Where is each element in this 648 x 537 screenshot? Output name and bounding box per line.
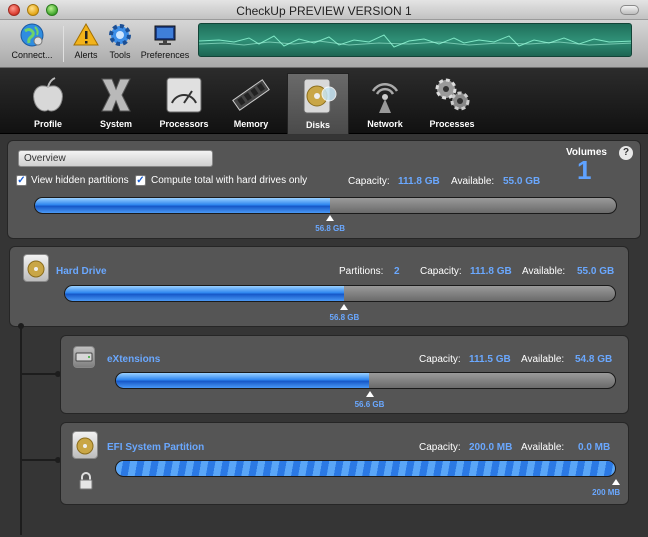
tree-connector — [20, 327, 22, 535]
tab-network[interactable]: Network — [354, 73, 416, 134]
tools-label: Tools — [109, 50, 131, 60]
capacity-label: Capacity: — [348, 176, 390, 187]
available-label: Available: — [521, 354, 565, 365]
view-hidden-label: View hidden partitions — [31, 175, 129, 186]
processor-gauge-icon — [164, 75, 204, 115]
wifi-antenna-icon — [365, 75, 405, 115]
volume-icon — [73, 346, 95, 368]
drive-marker — [340, 304, 349, 310]
overview-usage-fill — [35, 198, 331, 213]
toolbar-separator — [63, 26, 64, 62]
system-x-icon — [96, 75, 136, 115]
tab-processes[interactable]: Processes — [421, 73, 483, 134]
category-tabs: Profile System Processors Memory Disks N… — [0, 68, 648, 134]
hard-disk-icon — [23, 254, 49, 282]
available-value: 55.0 GB — [503, 176, 541, 187]
available-value: 0.0 MB — [578, 442, 611, 453]
overview-panel: Overview Volumes 1 ? ✓ View hidden parti… — [7, 140, 641, 239]
tree-node — [18, 323, 24, 329]
volume-usage-fill — [116, 373, 370, 388]
capacity-value: 111.8 GB — [398, 176, 440, 187]
capacity-value: 111.8 GB — [470, 266, 512, 277]
tab-processors-label: Processors — [159, 119, 209, 129]
toolbar-toggle-button[interactable] — [620, 5, 639, 15]
tab-processors[interactable]: Processors — [153, 73, 215, 134]
apple-icon — [28, 75, 68, 115]
volume-marker-label: 56.6 GB — [354, 400, 385, 409]
volume-marker — [365, 391, 374, 397]
warning-icon — [73, 22, 99, 48]
drive-name: Hard Drive — [56, 266, 107, 277]
title-bar: CheckUp PREVIEW VERSION 1 — [0, 0, 648, 20]
efi-panel: EFI System Partition Capacity: 200.0 MB … — [60, 422, 629, 505]
app-window: CheckUp PREVIEW VERSION 1 Connect... Ale… — [0, 0, 648, 537]
tab-disks[interactable]: Disks — [287, 73, 349, 134]
capacity-value: 200.0 MB — [469, 442, 513, 453]
alerts-button[interactable]: Alerts — [71, 22, 101, 60]
drive-marker-label: 56.8 GB — [329, 313, 360, 322]
activity-monitor-graph — [198, 23, 632, 57]
lock-icon — [78, 472, 94, 490]
tree-connector — [21, 373, 59, 375]
toolbar: Connect... Alerts Tools Preferences — [0, 20, 648, 68]
gear-icon — [107, 22, 133, 48]
available-value: 55.0 GB — [577, 266, 615, 277]
overview-tab[interactable]: Overview — [18, 150, 213, 167]
overview-usage-bar — [34, 197, 617, 214]
capacity-label: Capacity: — [420, 266, 462, 277]
available-label: Available: — [521, 442, 565, 453]
window-title: CheckUp PREVIEW VERSION 1 — [236, 4, 412, 18]
preferences-label: Preferences — [140, 50, 190, 60]
tab-network-label: Network — [367, 119, 403, 129]
connect-button[interactable]: Connect... — [6, 22, 58, 60]
tab-system[interactable]: System — [85, 73, 147, 134]
view-hidden-checkbox[interactable]: ✓ — [16, 175, 27, 186]
partition-name: EFI System Partition — [107, 442, 205, 453]
available-label: Available: — [451, 176, 495, 187]
available-value: 54.8 GB — [575, 354, 613, 365]
compute-total-checkbox[interactable]: ✓ — [135, 175, 146, 186]
connect-label: Connect... — [11, 50, 53, 60]
drive-usage-fill — [65, 286, 345, 301]
gears-icon — [432, 75, 472, 115]
tab-profile[interactable]: Profile — [17, 73, 79, 134]
display-icon — [152, 22, 178, 48]
disks-content: Overview Volumes 1 ? ✓ View hidden parti… — [0, 135, 648, 537]
hard-drive-panel: Hard Drive Partitions: 2 Capacity: 111.8… — [9, 246, 629, 327]
partitions-label: Partitions: — [339, 266, 384, 277]
partition-marker — [612, 479, 620, 485]
tree-connector — [21, 459, 59, 461]
help-button[interactable]: ? — [619, 146, 633, 160]
tab-memory[interactable]: Memory — [220, 73, 282, 134]
hard-disk-icon — [72, 431, 98, 459]
alerts-label: Alerts — [74, 50, 98, 60]
overview-marker-label: 56.8 GB — [315, 224, 346, 233]
memory-stick-icon — [231, 75, 271, 115]
volume-name: eXtensions — [107, 354, 161, 365]
partition-usage-bar — [115, 460, 616, 477]
volume-usage-bar — [115, 372, 616, 389]
drive-usage-bar — [64, 285, 616, 302]
tab-profile-label: Profile — [33, 119, 62, 129]
preferences-button[interactable]: Preferences — [139, 22, 191, 60]
capacity-label: Capacity: — [419, 354, 461, 365]
tab-processes-label: Processes — [429, 119, 475, 129]
overview-marker — [326, 215, 335, 221]
extensions-panel: eXtensions Capacity: 111.5 GB Available:… — [60, 335, 629, 414]
partition-usage-fill — [116, 461, 615, 476]
compute-total-label: Compute total with hard drives only — [151, 175, 308, 186]
tab-memory-label: Memory — [233, 119, 269, 129]
globe-icon — [19, 22, 45, 48]
partition-marker-label: 200 MB — [592, 488, 621, 497]
capacity-value: 111.5 GB — [469, 354, 511, 365]
tab-disks-label: Disks — [305, 120, 331, 130]
tab-system-label: System — [99, 119, 133, 129]
hard-disk-icon — [298, 76, 338, 116]
available-label: Available: — [522, 266, 566, 277]
tools-button[interactable]: Tools — [106, 22, 134, 60]
volumes-count: 1 — [577, 155, 592, 185]
capacity-label: Capacity: — [419, 442, 461, 453]
partitions-value: 2 — [394, 266, 400, 277]
